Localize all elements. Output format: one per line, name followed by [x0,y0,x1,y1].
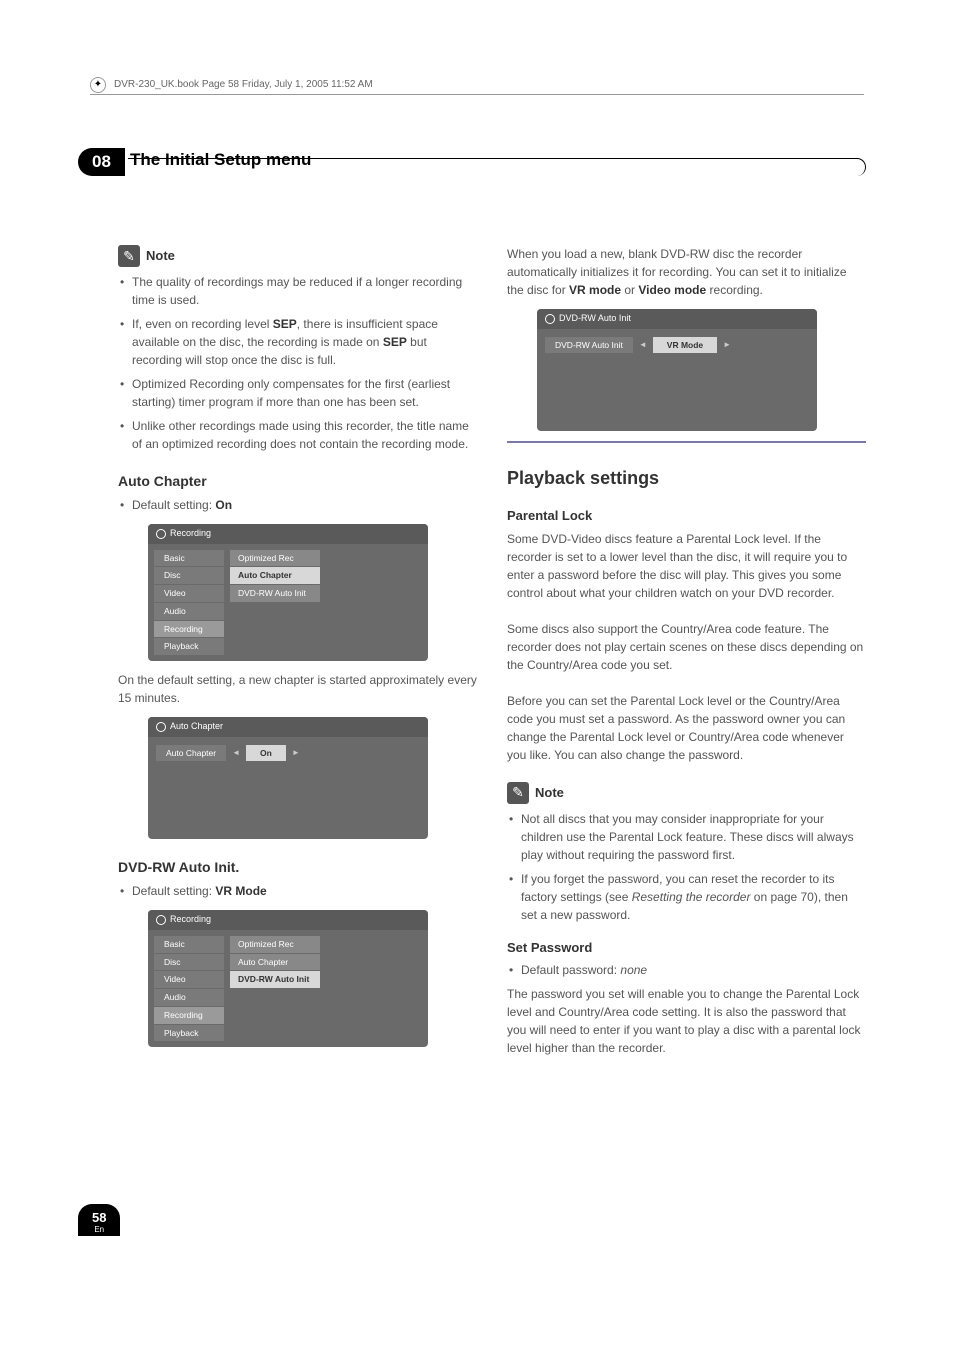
note-label: Note [535,783,564,803]
parental-p1: Some DVD-Video discs feature a Parental … [507,530,866,602]
note-item: If, even on recording level SEP, there i… [132,315,477,369]
menu-item: Basic [154,936,224,953]
default-list: Default password: none [507,961,866,979]
arrow-left-icon: ◄ [639,339,647,351]
auto-chapter-heading: Auto Chapter [118,471,477,492]
gear-icon [156,529,166,539]
menu-item: Playback [154,638,224,655]
section-divider [507,441,866,443]
set-password-desc: The password you set will enable you to … [507,985,866,1057]
auto-chapter-desc: On the default setting, a new chapter is… [118,671,477,707]
default-list: Default setting: VR Mode [118,882,477,900]
recording-menu-2: Recording Basic Disc Video Audio Recordi… [148,910,428,1047]
page-num-value: 58 [92,1210,106,1225]
menu-title: Auto Chapter [170,720,223,734]
right-column: When you load a new, blank DVD-RW disc t… [507,245,866,1057]
note-list-left: The quality of recordings may be reduced… [118,273,477,453]
right-intro: When you load a new, blank DVD-RW disc t… [507,245,866,299]
chapter-rule [128,158,866,176]
note-item: Unlike other recordings made using this … [132,417,477,453]
note-item: The quality of recordings may be reduced… [132,273,477,309]
default-password: Default password: none [521,961,866,979]
arrow-right-icon: ► [292,747,300,759]
arrow-left-icon: ◄ [232,747,240,759]
default-setting: Default setting: VR Mode [132,882,477,900]
parental-lock-heading: Parental Lock [507,506,866,526]
playback-heading: Playback settings [507,465,866,492]
gear-icon [156,722,166,732]
menu-item: Audio [154,603,224,620]
parental-p3: Before you can set the Parental Lock lev… [507,692,866,764]
menu-item: Video [154,585,224,602]
note-header: ✎ Note [118,245,175,267]
arrow-right-icon: ► [723,339,731,351]
menu-item: Video [154,971,224,988]
default-list: Default setting: On [118,496,477,514]
header-bar: ✦ DVR-230_UK.book Page 58 Friday, July 1… [90,75,864,95]
set-password-heading: Set Password [507,938,866,958]
chapter-number: 08 [78,148,125,176]
note-item: Not all discs that you may consider inap… [521,810,866,864]
menu-title: DVD-RW Auto Init [559,312,631,326]
page-number: 58 En [78,1204,120,1236]
menu-label: DVD-RW Auto Init [545,337,633,354]
menu-value: VR Mode [653,337,717,354]
page-lang: En [92,1225,106,1234]
menu-title-bar: Auto Chapter [148,717,428,737]
pencil-icon: ✎ [507,782,529,804]
note-label: Note [146,246,175,266]
note-header: ✎ Note [507,782,564,804]
menu-title-bar: Recording [148,524,428,544]
menu-title-bar: DVD-RW Auto Init [537,309,817,329]
menu-option-highlighted: Auto Chapter [230,567,320,584]
menu-option: Optimized Rec [230,550,320,567]
menu-title-bar: Recording [148,910,428,930]
menu-item: Playback [154,1025,224,1042]
menu-title: Recording [170,913,211,927]
menu-item-selected: Recording [154,621,224,638]
menu-title: Recording [170,527,211,541]
dvd-rw-menu: DVD-RW Auto Init DVD-RW Auto Init ◄ VR M… [537,309,817,431]
menu-item: Audio [154,989,224,1006]
gear-icon [545,314,555,324]
page-icon: ✦ [90,77,106,93]
note-item: Optimized Recording only compensates for… [132,375,477,411]
recording-menu-1: Recording Basic Disc Video Audio Recordi… [148,524,428,661]
parental-p2: Some discs also support the Country/Area… [507,620,866,674]
auto-chapter-menu: Auto Chapter Auto Chapter ◄ On ► [148,717,428,839]
menu-item: Disc [154,954,224,971]
gear-icon [156,915,166,925]
header-file-info: DVR-230_UK.book Page 58 Friday, July 1, … [114,79,373,90]
menu-option: DVD-RW Auto Init [230,585,320,602]
menu-item-selected: Recording [154,1007,224,1024]
dvd-rw-heading: DVD-RW Auto Init. [118,857,477,878]
menu-value: On [246,745,286,762]
menu-option: Optimized Rec [230,936,320,953]
menu-option: Auto Chapter [230,954,320,971]
default-setting: Default setting: On [132,496,477,514]
pencil-icon: ✎ [118,245,140,267]
note-item: If you forget the password, you can rese… [521,870,866,924]
note-list-right: Not all discs that you may consider inap… [507,810,866,924]
menu-option-highlighted: DVD-RW Auto Init [230,971,320,988]
content-area: ✎ Note The quality of recordings may be … [118,245,866,1057]
menu-item: Basic [154,550,224,567]
menu-label: Auto Chapter [156,745,226,762]
menu-item: Disc [154,567,224,584]
left-column: ✎ Note The quality of recordings may be … [118,245,477,1057]
